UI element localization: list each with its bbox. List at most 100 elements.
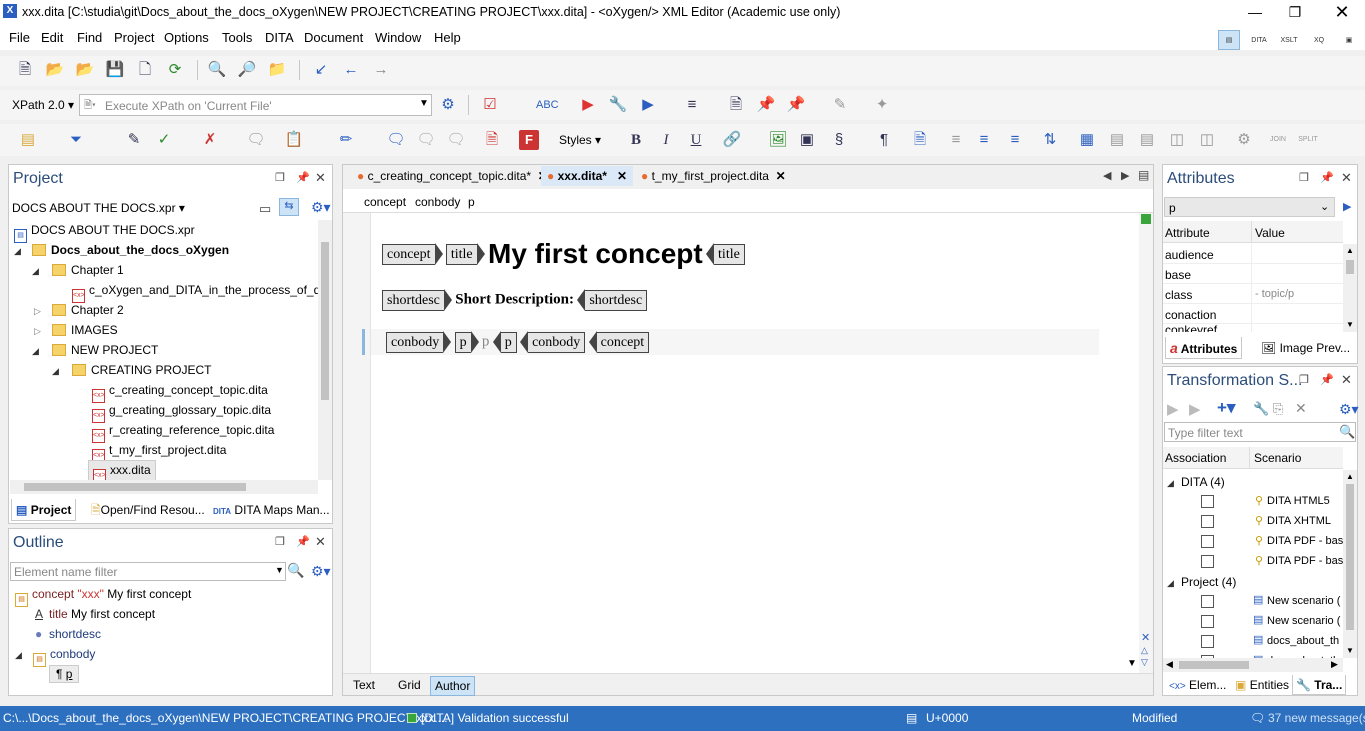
attributes-vscrollbar[interactable]: ▲ ▼	[1343, 244, 1357, 332]
tree-item-file[interactable]: <x> c_oXygen_and_DITA_in_the_process_of_d…	[72, 283, 318, 303]
breadcrumb-concept[interactable]: concept	[364, 195, 406, 209]
tree-item-chapter1[interactable]: Chapter 1	[52, 263, 124, 277]
highlight-icon[interactable]: ✏	[336, 130, 356, 150]
scroll-down-icon[interactable]: ▼	[1346, 646, 1354, 655]
transform-with-icon[interactable]: ▶	[638, 95, 658, 115]
ordered-list-icon[interactable]: ≡	[974, 130, 994, 150]
section-icon[interactable]: §	[829, 130, 849, 150]
restore-panel-icon[interactable]: ❐	[275, 535, 285, 548]
go-to-last-modification-icon[interactable]: ↙	[311, 60, 331, 80]
tab-transformation[interactable]: 🔧 Tra...	[1292, 675, 1347, 695]
xpath-input[interactable]: 🗎▾ Execute XPath on 'Current File' ▼	[79, 94, 432, 116]
scenario-item[interactable]: DITA XHTML	[1267, 515, 1331, 527]
scroll-down-icon[interactable]: ▼	[1127, 658, 1137, 669]
status-validation[interactable]: [DITA] Validation successful	[421, 711, 569, 725]
tab-attributes[interactable]: a Attributes	[1165, 337, 1243, 359]
scroll-left-icon[interactable]: ◀	[1166, 659, 1173, 670]
tree-item-file[interactable]: <x> g_creating_glossary_topic.dita	[92, 403, 271, 423]
validate-icon[interactable]: ☑	[480, 95, 500, 115]
close-tab-icon[interactable]: ✕	[776, 169, 786, 183]
reload-icon[interactable]: ⟳	[165, 60, 185, 80]
expand-arrow-icon[interactable]: ◢	[32, 346, 39, 357]
shortdesc-start-tag[interactable]: shortdesc	[382, 289, 444, 311]
pin-panel-icon[interactable]: 📌	[1320, 373, 1334, 386]
profiling-filter-icon[interactable]: ⏷	[66, 130, 86, 150]
fonts-icon[interactable]: F	[519, 130, 539, 150]
tree-item-file[interactable]: <x> c_creating_concept_topic.dita	[92, 383, 268, 403]
tab-entities[interactable]: ▣ Entities	[1233, 675, 1291, 695]
close-panel-icon[interactable]: ✕	[1341, 170, 1352, 186]
scroll-up-icon[interactable]: ▲	[1346, 472, 1354, 481]
save-icon[interactable]: 💾	[105, 60, 125, 80]
scroll-up-icon[interactable]: ▲	[1346, 246, 1354, 255]
insert-media-icon[interactable]: ▣	[797, 130, 817, 150]
tags-display-icon[interactable]: ▤	[18, 130, 38, 150]
join-cells-icon[interactable]: JOIN	[1268, 130, 1288, 150]
expand-arrow-icon[interactable]: ◢	[1167, 478, 1174, 489]
edit-scenario-icon[interactable]: 🔧	[1253, 401, 1269, 417]
edit-icon[interactable]: ✎	[830, 95, 850, 115]
restore-panel-icon[interactable]: ❐	[1299, 373, 1309, 386]
xpath-version-select[interactable]: XPath 2.0 ▾	[12, 98, 74, 112]
shortdesc-text[interactable]: Short Description:	[455, 292, 574, 308]
menu-dita[interactable]: DITA	[265, 30, 294, 45]
pin-panel-icon[interactable]: 📌	[296, 535, 310, 548]
attribute-row[interactable]: conkeyref	[1163, 323, 1343, 332]
scroll-thumb[interactable]	[321, 242, 329, 400]
outline-node-concept[interactable]: ▤ concept "xxx" My first concept	[15, 587, 191, 607]
paste-special-icon[interactable]: 📋	[284, 130, 304, 150]
title-start-tag[interactable]: title	[445, 243, 477, 265]
scenario-item[interactable]: docs_about_th	[1267, 635, 1339, 647]
duplicate-scenario-icon[interactable]: ⎘	[1273, 401, 1283, 417]
tab-list-icon[interactable]: ▤	[1138, 168, 1149, 182]
scroll-thumb[interactable]	[1179, 661, 1249, 669]
outline-settings-icon[interactable]: ⚙▾	[311, 563, 331, 580]
previous-marker-icon[interactable]: △	[1141, 645, 1148, 656]
bold-button[interactable]: B	[626, 130, 646, 150]
status-messages[interactable]: 37 new message(s)	[1268, 711, 1365, 725]
add-comment-icon[interactable]: 🗨	[386, 130, 406, 150]
forward-icon[interactable]: →	[371, 60, 391, 80]
title-end-tag[interactable]: title	[714, 243, 745, 265]
tree-item-file-selected[interactable]: <x> xxx.dita	[88, 460, 156, 480]
insert-image-icon[interactable]: 🖼	[768, 130, 788, 150]
close-tab-icon[interactable]: ✕	[617, 169, 627, 183]
scenario-checkbox[interactable]	[1201, 615, 1214, 628]
editor-vscrollbar[interactable]: ✕ △ ▽	[1139, 213, 1153, 673]
remove-scenario-icon[interactable]: ✕	[1295, 400, 1307, 417]
pin-icon[interactable]: 📌	[786, 95, 806, 115]
pin-panel-icon[interactable]: 📌	[1320, 171, 1334, 184]
tab-image-preview[interactable]: 🖼 Image Prev...	[1257, 337, 1354, 359]
concept-end-tag[interactable]: concept	[596, 331, 650, 353]
project-settings-icon[interactable]: ⚙▾	[311, 199, 331, 216]
dita-perspective-icon[interactable]: DITA	[1248, 30, 1270, 50]
collapse-arrow-icon[interactable]: ▷	[34, 326, 41, 337]
attribute-row[interactable]: audience	[1163, 244, 1343, 264]
chevron-down-icon[interactable]: ⌄	[1320, 200, 1329, 213]
insert-xref-icon[interactable]: 🗎	[910, 130, 930, 150]
scroll-right-icon[interactable]: ▶	[1331, 659, 1338, 670]
format-indent-icon[interactable]: ≡	[682, 95, 702, 115]
expand-arrow-icon[interactable]: ◢	[14, 246, 21, 257]
open-in-browser-icon[interactable]: 🗎	[726, 95, 746, 115]
menu-document[interactable]: Document	[304, 30, 363, 45]
scenario-checkbox[interactable]	[1201, 535, 1214, 548]
p-start-tag[interactable]: p	[454, 331, 471, 353]
close-panel-icon[interactable]: ✕	[315, 534, 326, 550]
scenario-checkbox[interactable]	[1201, 555, 1214, 568]
project-hscrollbar[interactable]	[10, 480, 318, 494]
breadcrumb-conbody[interactable]: conbody	[415, 195, 460, 209]
outline-filter-input[interactable]: Element name filter ▼	[10, 562, 286, 581]
attribute-row[interactable]: conaction	[1163, 304, 1343, 324]
project-selector[interactable]: DOCS ABOUT THE DOCS.xpr ▾	[12, 201, 185, 215]
p-placeholder[interactable]: p	[482, 334, 490, 350]
italic-button[interactable]: I	[656, 130, 676, 150]
track-changes-icon[interactable]: ✎	[124, 130, 144, 150]
scenario-filter-input[interactable]: Type filter text 🔍	[1164, 422, 1356, 442]
expand-arrow-icon[interactable]: ◢	[32, 266, 39, 277]
restore-panel-icon[interactable]: ❐	[1299, 171, 1309, 184]
xquery-debugger-icon[interactable]: XQ	[1308, 30, 1330, 50]
tree-item-project-file[interactable]: ▤ DOCS ABOUT THE DOCS.xpr	[14, 223, 195, 243]
xpath-settings-icon[interactable]: ⚙	[438, 95, 458, 115]
tab-open-find-resource[interactable]: 🗎Open/Find Resou...	[87, 499, 209, 521]
